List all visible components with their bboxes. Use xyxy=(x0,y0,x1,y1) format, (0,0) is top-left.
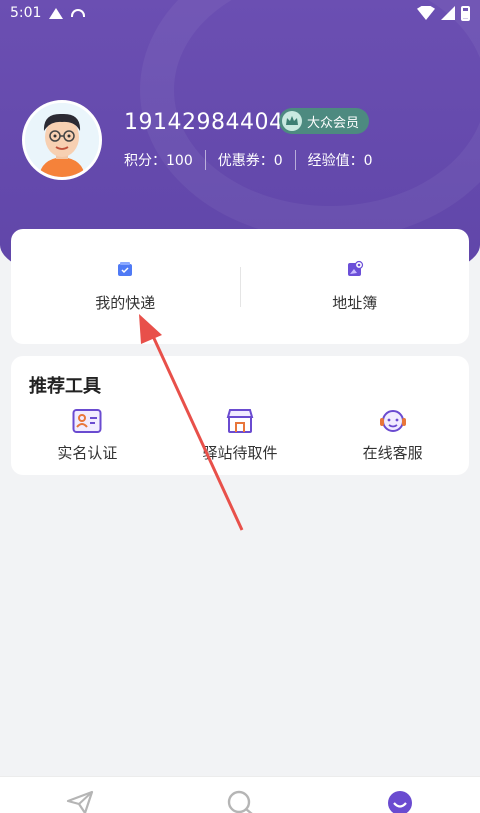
address-book-icon xyxy=(347,260,363,276)
customer-service-icon xyxy=(379,410,406,432)
wifi-icon xyxy=(417,6,435,20)
alert-icon xyxy=(49,7,64,19)
crown-icon xyxy=(282,111,302,131)
recommended-tools-card: 推荐工具 实名认证 驿站待取件 在线客服 xyxy=(11,356,469,475)
avatar[interactable] xyxy=(22,100,102,180)
coupons-stat[interactable]: 优惠券：0 xyxy=(204,150,295,170)
points-stat[interactable]: 积分：100 xyxy=(124,150,205,170)
station-icon xyxy=(226,409,254,433)
vip-label: 大众会员 xyxy=(307,115,360,131)
send-icon[interactable] xyxy=(65,789,95,813)
bottom-tab-bar xyxy=(0,776,480,813)
station-pickup-button[interactable]: 驿站待取件 xyxy=(164,408,317,463)
profile-icon[interactable] xyxy=(385,789,415,813)
cloud-icon xyxy=(71,9,86,17)
status-bar: 5:01 xyxy=(0,0,480,26)
real-name-verify-button[interactable]: 实名认证 xyxy=(11,408,164,463)
customer-service-label: 在线客服 xyxy=(362,444,423,462)
address-book-label: 地址簿 xyxy=(332,294,378,312)
signal-icon xyxy=(441,6,455,20)
vip-badge[interactable]: 大众会员 xyxy=(279,108,370,134)
address-book-button[interactable]: 地址簿 xyxy=(241,229,470,344)
my-packages-label: 我的快递 xyxy=(95,294,156,312)
battery-icon xyxy=(461,5,470,21)
experience-stat[interactable]: 经验值：0 xyxy=(294,150,385,170)
customer-service-button[interactable]: 在线客服 xyxy=(316,408,469,463)
quick-actions-card: 我的快递 地址簿 xyxy=(11,229,469,344)
station-pickup-label: 驿站待取件 xyxy=(202,444,278,462)
my-packages-button[interactable]: 我的快递 xyxy=(11,229,240,344)
real-name-verify-label: 实名认证 xyxy=(57,444,118,462)
search-icon[interactable] xyxy=(225,789,255,813)
id-card-icon xyxy=(72,409,102,433)
phone-number: 19142984404 xyxy=(124,110,284,135)
tools-title: 推荐工具 xyxy=(29,376,101,397)
avatar-illustration xyxy=(25,103,99,177)
profile-stats: 积分：100 优惠券：0 经验值：0 xyxy=(124,150,385,170)
package-icon xyxy=(118,262,133,276)
status-time: 5:01 xyxy=(10,5,42,21)
